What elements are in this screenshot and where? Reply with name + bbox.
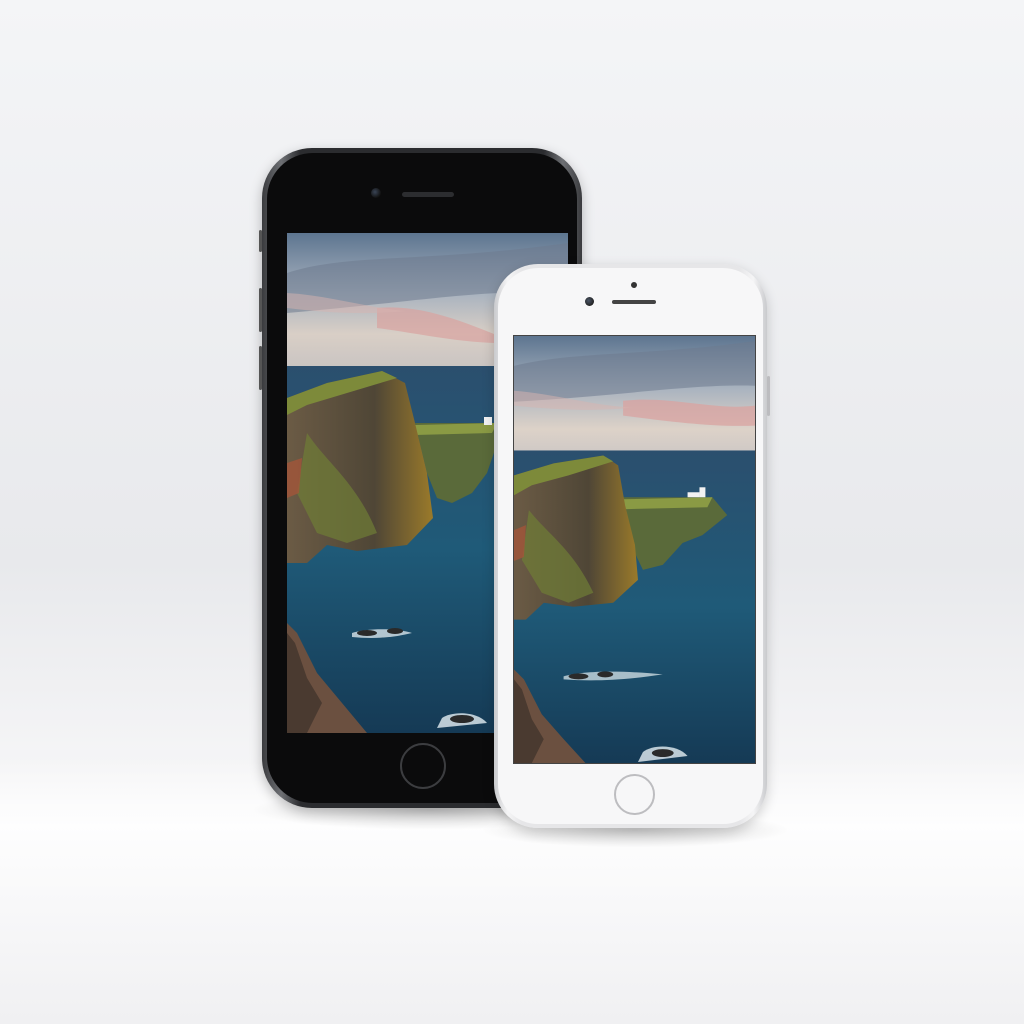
power-button	[767, 376, 770, 416]
volume-up-button	[259, 288, 262, 332]
proximity-sensor	[631, 282, 637, 288]
volume-down-button	[259, 346, 262, 390]
wallpaper-image	[514, 336, 755, 763]
earpiece-speaker	[612, 300, 656, 304]
silver-phone	[494, 264, 770, 828]
earpiece-speaker	[402, 192, 454, 197]
mute-switch	[259, 230, 262, 252]
front-camera-icon	[371, 188, 381, 198]
home-button	[614, 774, 655, 815]
home-button	[400, 743, 446, 789]
front-camera-icon	[585, 297, 594, 306]
phone-screen	[513, 335, 756, 764]
phone-face	[498, 268, 763, 824]
